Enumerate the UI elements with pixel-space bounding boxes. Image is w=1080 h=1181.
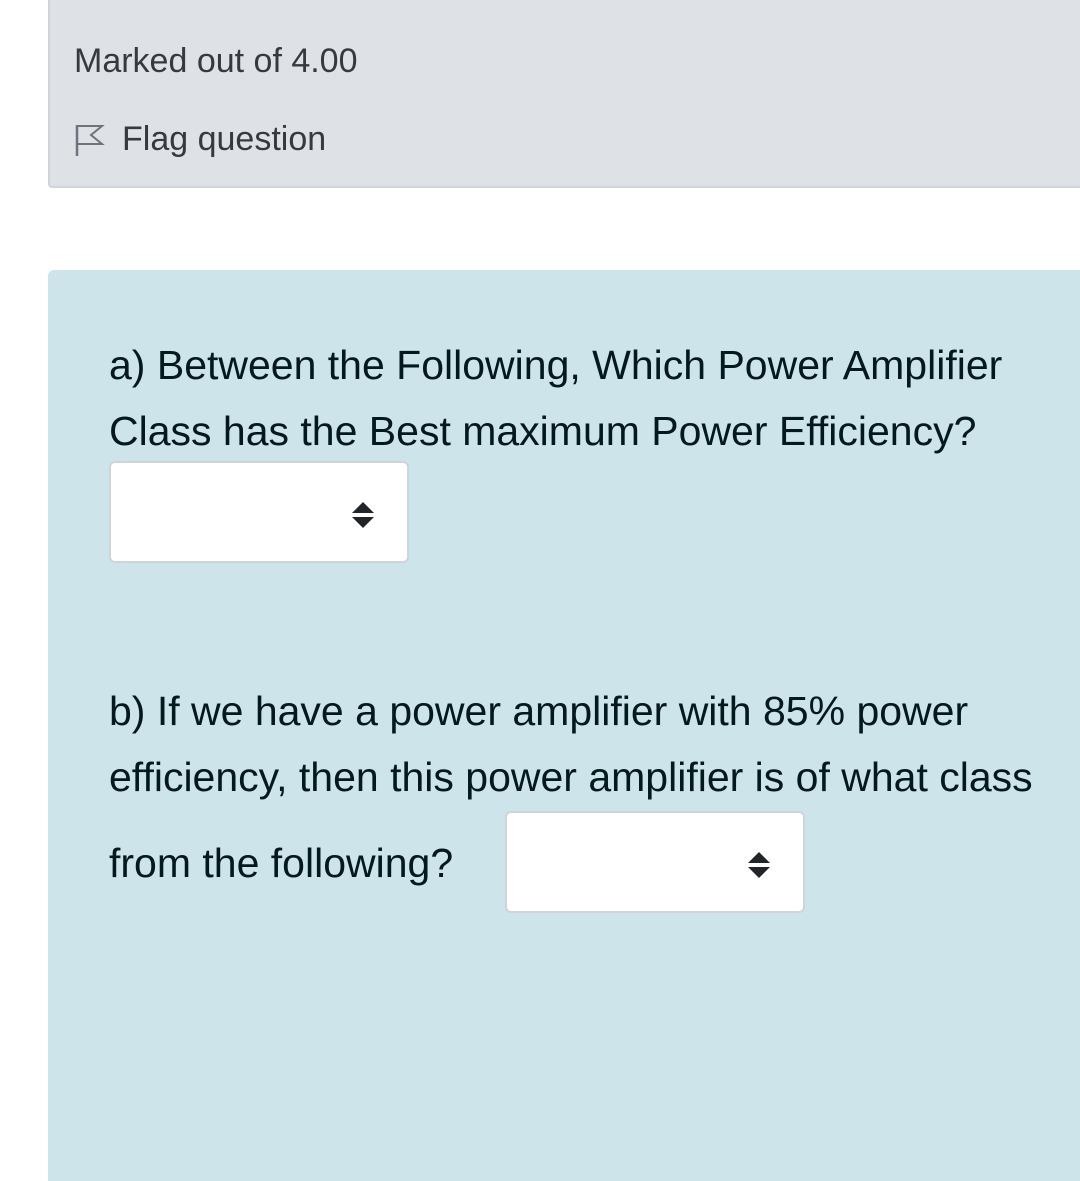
answer-a-select[interactable] [109,461,409,563]
flag-question-toggle[interactable]: Flag question [74,120,326,159]
question-b-line-2: efficiency, then this power amplifier is… [109,754,1033,800]
marks-label: Marked out of 4.00 [74,42,358,80]
flag-question-label: Flag question [122,120,327,158]
question-info-panel: Marked out of 4.00 Flag question [48,0,1080,188]
question-a-text: a) Between the Following, Which Power Am… [109,332,1002,464]
sort-arrows-icon [747,851,771,879]
sort-arrows-icon [351,501,375,529]
question-a-line-2: Class has the Best maximum Power Efficie… [109,408,977,454]
answer-b-select[interactable] [505,811,805,913]
question-b-line-3: from the following? [109,840,454,886]
flag-outline-icon [74,123,106,157]
question-formulation: a) Between the Following, Which Power Am… [48,270,1080,1181]
question-a-line-1: a) Between the Following, Which Power Am… [109,342,1003,388]
question-b-text: b) If we have a power amplifier with 85%… [109,678,1033,810]
question-b-line-1: b) If we have a power amplifier with 85%… [109,688,969,734]
